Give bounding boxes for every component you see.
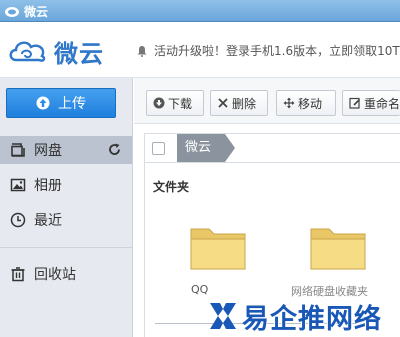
breadcrumb-current[interactable]: 微云 (177, 134, 236, 162)
rename-button[interactable]: 重命名 (342, 90, 400, 116)
refresh-icon[interactable] (107, 142, 122, 157)
rename-label: 重命名 (364, 96, 400, 111)
delete-button[interactable]: 删除 (210, 90, 268, 116)
clock-icon (10, 212, 26, 228)
select-all-checkbox[interactable] (152, 142, 165, 155)
trash-icon (11, 267, 25, 282)
download-label: 下载 (168, 96, 193, 111)
sidebar-item-label: 相册 (34, 178, 62, 194)
bell-icon (137, 46, 147, 57)
move-button[interactable]: 移动 (276, 90, 336, 116)
move-arrows-icon (283, 97, 295, 109)
watermark-text: 易企推网络 (242, 303, 382, 335)
upload-arrow-icon (36, 96, 50, 110)
toolbar: 下载 删除 移动 重命名 (134, 78, 400, 124)
move-label: 移动 (298, 96, 323, 111)
sidebar-divider (0, 247, 132, 248)
sidebar: 上传 网盘 相册 最近 回收站 (0, 78, 133, 337)
sidebar-item-label: 最近 (34, 213, 62, 229)
window-title: 微云 (24, 5, 49, 19)
folder-item[interactable]: QQ (183, 223, 253, 303)
section-title: 文件夹 (153, 180, 190, 194)
delete-label: 删除 (232, 96, 257, 111)
watermark-logo-icon (210, 303, 236, 329)
photo-icon (10, 178, 26, 192)
notice-banner[interactable]: 活动升级啦！登录手机1.6版本，立即领取10T (136, 42, 400, 59)
download-button[interactable]: 下载 (146, 90, 204, 116)
breadcrumb: 微云 (144, 133, 400, 163)
folder-icon (190, 228, 246, 270)
sidebar-item-recent[interactable]: 最近 (0, 206, 132, 234)
watermark: 易企推网络 (208, 295, 400, 337)
app-header: 微云 活动升级啦！登录手机1.6版本，立即领取10T (0, 22, 400, 78)
sidebar-item-wangpan[interactable]: 网盘 (0, 136, 132, 164)
sidebar-item-label: 网盘 (34, 143, 62, 159)
notice-text: 活动升级啦！登录手机1.6版本，立即领取10T (154, 44, 400, 58)
sidebar-item-label: 回收站 (34, 267, 76, 283)
folder-item[interactable]: 网络硬盘收藏夹 (291, 223, 373, 303)
weiyun-cloud-icon (5, 7, 19, 17)
sidebar-item-trash[interactable]: 回收站 (0, 260, 132, 288)
upload-label: 上传 (58, 96, 86, 112)
weiyun-logo-icon (9, 41, 46, 62)
folder-icon (310, 228, 366, 270)
edit-icon (349, 97, 361, 109)
sidebar-item-photos[interactable]: 相册 (0, 171, 132, 199)
download-icon (153, 97, 165, 109)
close-icon (218, 98, 228, 108)
window-titlebar: 微云 (0, 0, 400, 22)
upload-button[interactable]: 上传 (6, 88, 116, 118)
app-logo-text: 微云 (54, 40, 104, 68)
cloud-drive-icon (11, 143, 25, 157)
